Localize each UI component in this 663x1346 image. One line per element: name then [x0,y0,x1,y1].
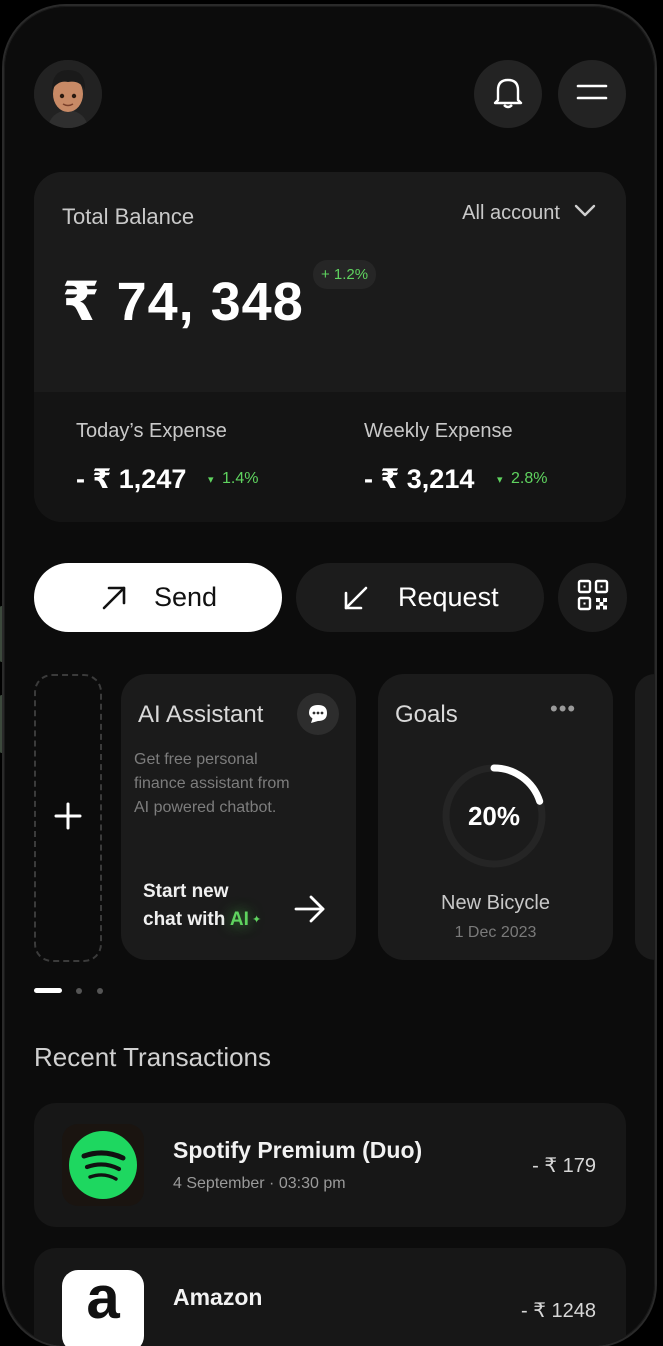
pager-dot-active[interactable] [34,988,62,993]
transaction-date: 4 September · 03:30 pm [173,1175,346,1192]
chat-bubble-icon [297,693,339,735]
arrow-down-left-icon [342,584,370,612]
goal-progress-ring: 20% [438,760,550,872]
recent-transactions-title: Recent Transactions [34,1042,272,1072]
ai-description-line: Get free personal [134,751,258,768]
ai-assistant-card[interactable]: AI Assistant Get free personal finance a… [121,674,356,960]
goals-title: Goals [395,701,458,728]
avatar-icon[interactable] [34,60,102,128]
more-options-icon[interactable]: ••• [550,696,576,722]
qr-code-button[interactable] [558,563,627,632]
send-button[interactable]: Send [34,563,282,632]
weekly-expense-value: - ₹ 3,214 [364,464,475,494]
side-button-volume-down [0,695,3,753]
side-button-volume-up [0,606,3,662]
spotify-icon [62,1124,144,1206]
goals-card[interactable]: Goals ••• 20% New Bicycle 1 Dec 2023 [378,674,613,960]
hamburger-menu-icon [576,81,608,108]
request-button[interactable]: Request [296,563,544,632]
up-arrow-icon: ▾ [208,474,214,486]
pager-dot[interactable] [76,988,82,994]
today-expense-change: 1.4% [222,470,259,487]
cta-line: chat with AI ✦ [143,906,261,934]
balance-change-badge: + 1.2% [313,260,377,289]
arrow-up-right-icon [100,584,128,612]
weekly-expense-change: 2.8% [511,470,548,487]
transaction-amount: - ₹ 179 [532,1155,596,1177]
qr-code-icon [577,579,609,616]
notifications-button[interactable] [474,60,542,128]
send-label: Send [154,582,218,612]
amazon-logo-glyph: a [86,1270,120,1331]
account-selector-label: All account [462,202,560,224]
transaction-row[interactable]: a Amazon - ₹ 1248 [34,1248,626,1346]
arrow-right-icon[interactable] [293,894,327,929]
request-label: Request [398,582,499,612]
transaction-name: Spotify Premium (Duo) [173,1137,423,1163]
cta-line: Start new [143,881,229,902]
ai-assistant-title: AI Assistant [138,701,264,728]
expense-summary: Today’s Expense - ₹ 1,247 ▾ 1.4% Weekly … [34,392,626,522]
goal-date: 1 Dec 2023 [454,924,537,941]
weekly-expense-label: Weekly Expense [364,420,513,442]
goal-progress-label: 20% [467,800,521,831]
amazon-icon: a [62,1270,144,1346]
cta-line-text: chat with [143,909,230,930]
transaction-amount: - ₹ 1248 [521,1300,596,1322]
transaction-name: Amazon [173,1284,263,1310]
transaction-row[interactable]: Spotify Premium (Duo) 4 September · 03:3… [34,1103,626,1227]
total-balance-amount: ₹ 74, 348 [62,272,304,332]
ai-highlight: AI [229,909,249,930]
balance-card: Total Balance All account ₹ 74, 348 + 1.… [34,172,626,522]
balance-summary: Total Balance All account ₹ 74, 348 + 1.… [34,172,626,392]
pager-dot[interactable] [97,988,103,994]
today-expense-label: Today’s Expense [76,420,227,442]
next-card-peek[interactable] [635,674,655,960]
ai-assistant-description: Get free personal finance assistant from… [134,748,290,820]
menu-button[interactable] [558,60,626,128]
start-chat-cta[interactable]: Start new chat with AI ✦ [143,878,261,934]
chevron-down-icon [574,204,596,223]
bell-icon [492,75,524,114]
add-card-button[interactable] [34,674,102,962]
sparkle-icon: ✦ [248,914,262,926]
total-balance-label: Total Balance [62,204,195,229]
today-expense-value: - ₹ 1,247 [76,464,187,494]
phone-screen: Total Balance All account ₹ 74, 348 + 1.… [4,6,655,1346]
goal-name: New Bicycle [441,892,550,914]
account-selector[interactable]: All account [462,202,596,225]
ai-description-line: AI powered chatbot. [134,799,277,816]
up-arrow-icon: ▾ [497,474,503,486]
ai-description-line: finance assistant from [134,775,290,792]
plus-icon [53,801,83,836]
